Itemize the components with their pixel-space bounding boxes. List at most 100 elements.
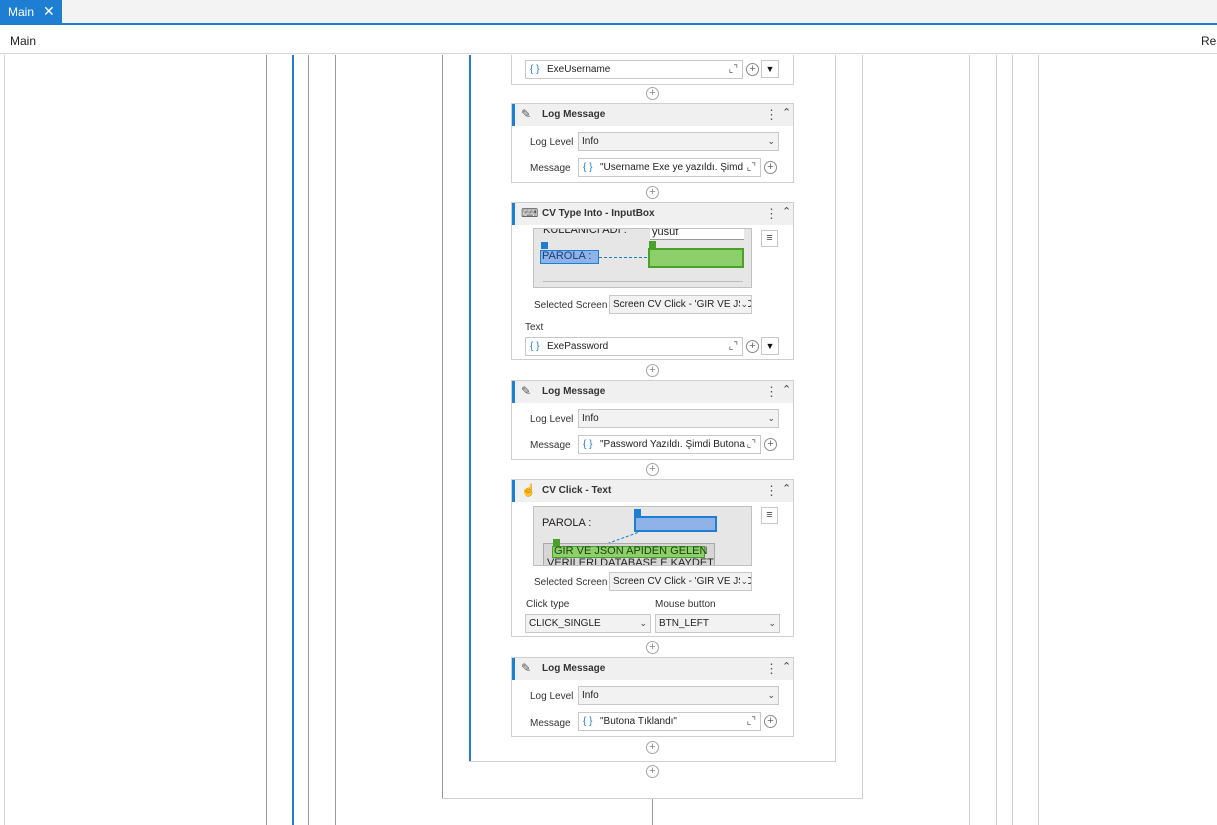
click-type-select[interactable]: CLICK_SINGLE ⌄ [525,614,651,633]
target-screenshot[interactable]: KULLANICI ADI : yusuf PAROLA : [533,228,752,288]
plus-circle-icon[interactable]: + [764,715,777,728]
anchor-marker [541,242,548,249]
screenshot-label: PAROLA : [542,517,592,529]
plus-circle-icon[interactable]: + [746,340,759,353]
chevron-down-icon: ⌄ [767,690,775,700]
log-level-select[interactable]: Info ⌄ [578,686,779,705]
kebab-menu-icon[interactable]: ⋮ [765,206,778,222]
double-chevron-up-icon[interactable]: ⌃ [782,383,791,396]
inner-sequence-border [835,55,836,762]
tab-label: Main [8,5,35,19]
selected-screen-select[interactable]: Screen CV Click - 'GIR VE JSO ⌄ [609,572,752,591]
expand-icon[interactable]: ⌞⌝ [729,338,738,355]
mouse-button-select[interactable]: BTN_LEFT ⌄ [655,614,780,633]
cv-click-icon: ☝ [521,483,536,497]
target-marker [649,241,656,248]
activity-title: Log Message [542,109,606,120]
log-message-icon: ✎ [521,661,532,675]
activity-header[interactable]: ✎ Log Message ⋮ ⌃ [512,381,793,403]
expand-icon[interactable]: ⌞⌝ [729,61,738,78]
chevron-down-icon: ⌄ [767,136,775,146]
screenshot-value: yusuf [652,228,679,238]
add-activity-button[interactable]: + [646,741,659,754]
text-field[interactable]: { } ExePassword ⌞⌝ [525,337,743,356]
container-border [442,55,443,799]
log-level-select[interactable]: Info ⌄ [578,409,779,428]
message-field[interactable]: { } "Butona Tıklandı" ⌞⌝ [578,712,761,731]
expand-icon[interactable]: ⌞⌝ [747,436,756,453]
container-border [996,55,997,825]
hamburger-icon[interactable]: ≡ [761,507,778,524]
add-activity-button[interactable]: + [646,463,659,476]
click-type-value: CLICK_SINGLE [529,618,601,629]
anchor-highlight [634,516,717,532]
double-chevron-up-icon[interactable]: ⌃ [782,205,791,218]
selected-screen-select[interactable]: Screen CV Click - 'GIR VE JSO ⌄ [609,295,752,314]
plus-circle-icon[interactable]: + [746,63,759,76]
activity-header[interactable]: ⌨ CV Type Into - InputBox ⋮ ⌃ [512,203,793,225]
container-border [969,55,970,825]
activity-header[interactable]: ✎ Log Message ⋮ ⌃ [512,658,793,680]
plus-circle-icon[interactable]: + [764,438,777,451]
activity-header[interactable]: ✎ Log Message ⋮ ⌃ [512,104,793,126]
message-field[interactable]: { } "Password Yazıldı. Şimdi Butona ⌞⌝ [578,435,761,454]
log-message-icon: ✎ [521,107,532,121]
container-border [862,55,863,799]
log-level-value: Info [582,690,599,701]
text-value: ExeUsername [547,64,611,75]
log-level-label: Log Level [530,137,574,148]
mouse-button-label: Mouse button [655,599,716,610]
activity-header[interactable]: ☝ CV Click - Text ⋮ ⌃ [512,480,793,502]
text-value: ExePassword [547,341,609,352]
add-activity-button[interactable]: + [646,87,659,100]
triangle-down-icon[interactable]: ▼ [761,337,779,355]
double-chevron-up-icon[interactable]: ⌃ [782,482,791,495]
message-value: "Password Yazıldı. Şimdi Butona [600,439,745,450]
anchor-label: PAROLA : [542,250,592,262]
click-type-label: Click type [526,599,570,610]
hamburger-icon[interactable]: ≡ [761,230,778,247]
kebab-menu-icon[interactable]: ⋮ [765,384,778,400]
target-marker [553,539,560,546]
selected-screen-label: Selected Screen [534,577,608,588]
message-label: Message [530,718,571,729]
tab-main[interactable]: Main ✕ [0,0,62,24]
container-border [1012,55,1013,825]
add-activity-button[interactable]: + [646,641,659,654]
selected-screen-value: Screen CV Click - 'GIR VE JSO [613,576,752,587]
message-label: Message [530,163,571,174]
add-activity-button[interactable]: + [646,186,659,199]
message-field[interactable]: { } "Username Exe ye yazıldı. Şimd ⌞⌝ [578,158,761,177]
expand-icon[interactable]: ⌞⌝ [747,713,756,730]
kebab-menu-icon[interactable]: ⋮ [765,483,778,499]
plus-circle-icon[interactable]: + [764,161,777,174]
log-level-label: Log Level [530,691,574,702]
resources-link[interactable]: Res [1201,34,1217,48]
breadcrumb[interactable]: Main [10,34,36,48]
text-label: Text [525,322,544,333]
triangle-down-icon[interactable]: ▼ [761,60,779,78]
kebab-menu-icon[interactable]: ⋮ [765,661,778,677]
expand-icon[interactable]: ⌞⌝ [747,159,756,176]
screenshot-text: VERILERI DATABASE E KAYDET [547,557,714,566]
message-value: "Username Exe ye yazıldı. Şimd [600,162,744,173]
inner-sequence-bottom [469,761,836,762]
add-activity-button[interactable]: + [646,765,659,778]
anchor-highlight: PAROLA : [540,250,599,264]
double-chevron-up-icon[interactable]: ⌃ [782,106,791,119]
tab-bar: Main ✕ [0,0,1217,25]
kebab-menu-icon[interactable]: ⋮ [765,107,778,123]
screenshot-input: yusuf [650,229,744,240]
message-value: "Butona Tıklandı" [600,716,677,727]
log-message-icon: ✎ [521,384,532,398]
close-icon[interactable]: ✕ [43,4,55,18]
message-label: Message [530,440,571,451]
target-screenshot[interactable]: PAROLA : GIR VE JSON APIDEN GELEN VERILE… [533,506,752,566]
text-field[interactable]: { } ExeUsername ⌞⌝ [525,60,743,79]
canvas-left-border [4,55,5,825]
container-border [266,55,267,825]
log-level-select[interactable]: Info ⌄ [578,132,779,151]
expression-icon: { } [530,341,540,352]
add-activity-button[interactable]: + [646,364,659,377]
double-chevron-up-icon[interactable]: ⌃ [782,660,791,673]
